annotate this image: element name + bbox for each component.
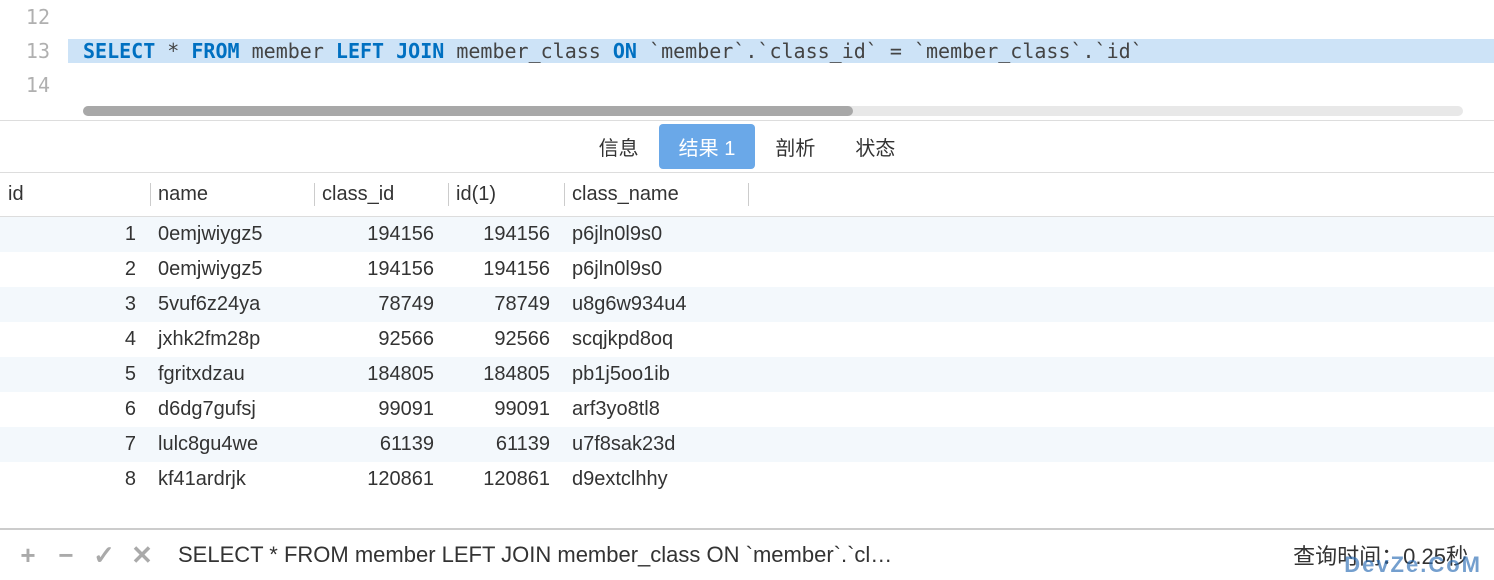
cell-empty <box>748 462 1494 497</box>
cell-id1[interactable]: 99091 <box>448 392 564 427</box>
cell-id[interactable]: 2 <box>0 252 150 287</box>
cell-id1[interactable]: 78749 <box>448 287 564 322</box>
cell-class-id[interactable]: 120861 <box>314 462 448 497</box>
results-table-wrap: id name class_id id(1) class_name 10emjw… <box>0 173 1494 497</box>
column-header-class-name[interactable]: class_name <box>564 173 748 217</box>
cell-id[interactable]: 7 <box>0 427 150 462</box>
line-number: 13 <box>0 39 68 63</box>
cell-empty <box>748 217 1494 253</box>
cell-empty <box>748 252 1494 287</box>
cell-id[interactable]: 4 <box>0 322 150 357</box>
cell-class-id[interactable]: 61139 <box>314 427 448 462</box>
cell-class-name[interactable]: scqjkpd8oq <box>564 322 748 357</box>
cell-class-name[interactable]: u7f8sak23d <box>564 427 748 462</box>
code-line-selected[interactable]: SELECT * FROM member LEFT JOIN member_cl… <box>68 39 1494 63</box>
cell-id[interactable]: 3 <box>0 287 150 322</box>
line-number: 14 <box>0 73 68 97</box>
cell-class-name[interactable]: pb1j5oo1ib <box>564 357 748 392</box>
cell-name[interactable]: kf41ardrjk <box>150 462 314 497</box>
cell-empty <box>748 392 1494 427</box>
cancel-icon[interactable]: ✕ <box>130 543 154 567</box>
cell-name[interactable]: jxhk2fm28p <box>150 322 314 357</box>
cell-name[interactable]: 0emjwiygz5 <box>150 252 314 287</box>
status-bar: + − ✓ ✕ SELECT * FROM member LEFT JOIN m… <box>0 528 1494 580</box>
cell-class-id[interactable]: 92566 <box>314 322 448 357</box>
cell-class-name[interactable]: arf3yo8tl8 <box>564 392 748 427</box>
cell-class-name[interactable]: d9extclhhy <box>564 462 748 497</box>
cell-empty <box>748 357 1494 392</box>
cell-name[interactable]: lulc8gu4we <box>150 427 314 462</box>
cell-id[interactable]: 8 <box>0 462 150 497</box>
cell-class-id[interactable]: 78749 <box>314 287 448 322</box>
table-row[interactable]: 6d6dg7gufsj9909199091arf3yo8tl8 <box>0 392 1494 427</box>
table-row[interactable]: 5fgritxdzau184805184805pb1j5oo1ib <box>0 357 1494 392</box>
tab-status[interactable]: 状态 <box>835 124 915 169</box>
cell-class-name[interactable]: u8g6w934u4 <box>564 287 748 322</box>
column-header-class-id[interactable]: class_id <box>314 173 448 217</box>
cell-empty <box>748 322 1494 357</box>
cell-empty <box>748 427 1494 462</box>
cell-id[interactable]: 6 <box>0 392 150 427</box>
remove-row-icon[interactable]: − <box>54 543 78 567</box>
scrollbar-thumb[interactable] <box>83 106 853 116</box>
result-tabbar: 信息 结果 1 剖析 状态 <box>0 121 1494 173</box>
cell-class-id[interactable]: 99091 <box>314 392 448 427</box>
cell-id1[interactable]: 194156 <box>448 217 564 253</box>
column-header-id[interactable]: id <box>0 173 150 217</box>
cell-class-name[interactable]: p6jln0l9s0 <box>564 252 748 287</box>
table-row[interactable]: 8kf41ardrjk120861120861d9extclhhy <box>0 462 1494 497</box>
cell-class-id[interactable]: 194156 <box>314 217 448 253</box>
column-header-id1[interactable]: id(1) <box>448 173 564 217</box>
commit-icon[interactable]: ✓ <box>92 543 116 567</box>
cell-id1[interactable]: 120861 <box>448 462 564 497</box>
table-row[interactable]: 4jxhk2fm28p9256692566scqjkpd8oq <box>0 322 1494 357</box>
cell-class-id[interactable]: 194156 <box>314 252 448 287</box>
cell-id[interactable]: 1 <box>0 217 150 253</box>
table-row[interactable]: 35vuf6z24ya7874978749u8g6w934u4 <box>0 287 1494 322</box>
column-header-name[interactable]: name <box>150 173 314 217</box>
cell-id1[interactable]: 184805 <box>448 357 564 392</box>
column-header-empty <box>748 173 1494 217</box>
cell-id1[interactable]: 92566 <box>448 322 564 357</box>
add-row-icon[interactable]: + <box>16 543 40 567</box>
cell-id1[interactable]: 194156 <box>448 252 564 287</box>
cell-name[interactable]: 0emjwiygz5 <box>150 217 314 253</box>
tab-result-1[interactable]: 结果 1 <box>659 124 756 169</box>
tab-info[interactable]: 信息 <box>579 124 659 169</box>
status-query-preview: SELECT * FROM member LEFT JOIN member_cl… <box>178 542 1293 568</box>
cell-class-name[interactable]: p6jln0l9s0 <box>564 217 748 253</box>
cell-name[interactable]: fgritxdzau <box>150 357 314 392</box>
cell-empty <box>748 287 1494 322</box>
table-row[interactable]: 20emjwiygz5194156194156p6jln0l9s0 <box>0 252 1494 287</box>
cell-name[interactable]: 5vuf6z24ya <box>150 287 314 322</box>
line-number: 12 <box>0 5 68 29</box>
results-table[interactable]: id name class_id id(1) class_name 10emjw… <box>0 173 1494 497</box>
cell-id[interactable]: 5 <box>0 357 150 392</box>
cell-id1[interactable]: 61139 <box>448 427 564 462</box>
tab-profile[interactable]: 剖析 <box>755 124 835 169</box>
cell-name[interactable]: d6dg7gufsj <box>150 392 314 427</box>
sql-editor[interactable]: 12 13 SELECT * FROM member LEFT JOIN mem… <box>0 0 1494 121</box>
watermark: DevZe.CoM <box>1344 552 1482 578</box>
table-row[interactable]: 7lulc8gu4we6113961139u7f8sak23d <box>0 427 1494 462</box>
table-row[interactable]: 10emjwiygz5194156194156p6jln0l9s0 <box>0 217 1494 253</box>
cell-class-id[interactable]: 184805 <box>314 357 448 392</box>
horizontal-scrollbar[interactable] <box>83 106 1463 116</box>
